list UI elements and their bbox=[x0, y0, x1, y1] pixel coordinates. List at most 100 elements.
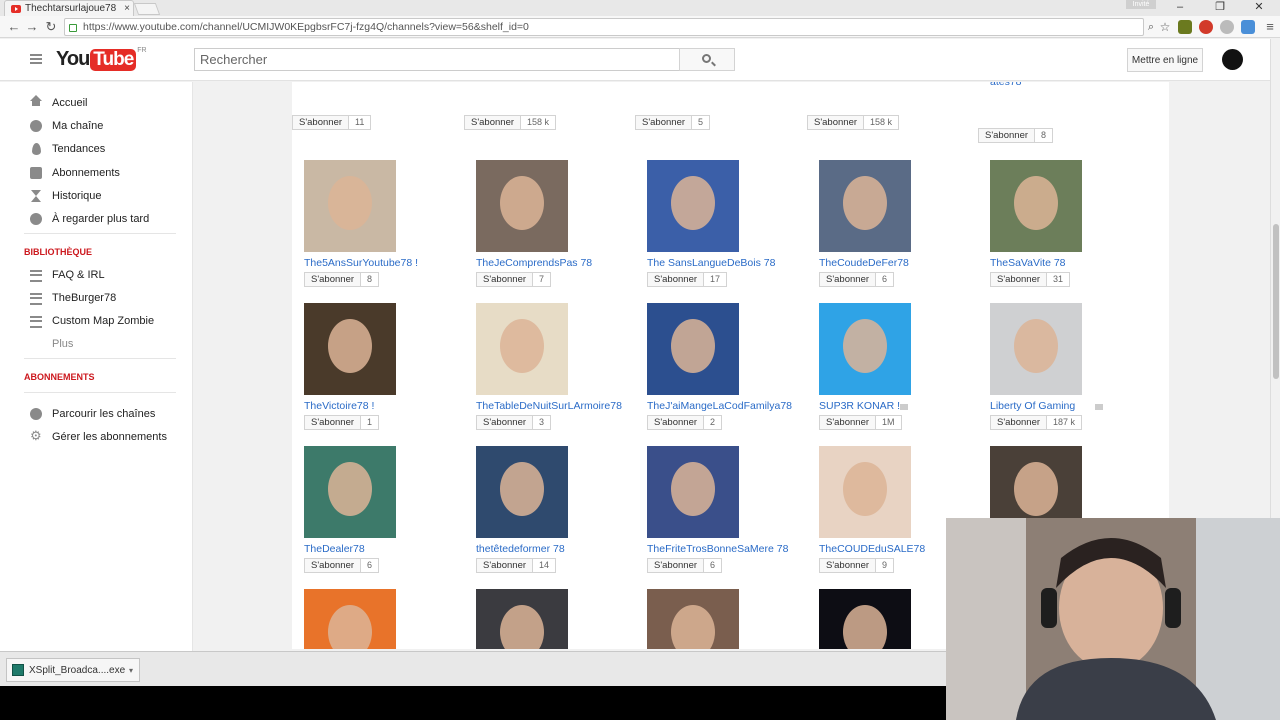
subscribe-button[interactable]: S'abonner bbox=[647, 272, 705, 287]
guide-item-plus[interactable]: Plus bbox=[0, 333, 193, 355]
bookmark-star-icon[interactable]: ☆ bbox=[1157, 19, 1173, 35]
search-input[interactable] bbox=[194, 48, 680, 71]
subscribe-control: S'abonner 31 bbox=[990, 272, 1071, 287]
channel-title[interactable]: TheCOUDEduSALE78 bbox=[819, 543, 925, 555]
guide-item-custom-map-zombie[interactable]: Custom Map Zombie bbox=[0, 310, 193, 332]
channel-title[interactable]: thetêtedeformer 78 bbox=[476, 543, 565, 555]
channel-thumbnail[interactable] bbox=[304, 160, 396, 252]
channel-thumbnail[interactable] bbox=[990, 303, 1082, 395]
iq-extension-icon[interactable] bbox=[1241, 20, 1255, 34]
channel-thumbnail[interactable] bbox=[819, 446, 911, 538]
subscribe-button[interactable]: S'abonner bbox=[476, 558, 534, 573]
forward-arrow-icon[interactable]: → bbox=[24, 19, 40, 35]
channel-thumbnail[interactable] bbox=[647, 303, 739, 395]
channel-thumbnail[interactable] bbox=[819, 589, 911, 649]
channel-thumbnail[interactable] bbox=[304, 303, 396, 395]
channel-thumbnail[interactable] bbox=[819, 160, 911, 252]
adblock-icon[interactable] bbox=[1199, 20, 1213, 34]
back-arrow-icon[interactable]: ← bbox=[6, 19, 22, 35]
guide-item-historique[interactable]: Historique bbox=[0, 185, 193, 207]
download-menu-arrow-icon[interactable]: ▾ bbox=[129, 666, 139, 675]
subscribe-button[interactable]: S'abonner bbox=[978, 128, 1036, 143]
guide-item-label: Gérer les abonnements bbox=[52, 431, 167, 443]
subscribe-button[interactable]: S'abonner bbox=[304, 272, 362, 287]
channel-thumbnail[interactable] bbox=[476, 589, 568, 649]
subscriptions-heading[interactable]: ABONNEMENTS bbox=[24, 372, 95, 382]
guide-item-parcourir[interactable]: Parcourir les chaînes bbox=[0, 403, 193, 425]
channel-title[interactable]: Liberty Of Gaming bbox=[990, 400, 1075, 412]
channel-title[interactable]: TheSaVaVite 78 bbox=[990, 257, 1066, 269]
guide-menu-icon[interactable] bbox=[30, 54, 42, 64]
profile-badge[interactable]: Invité bbox=[1126, 0, 1156, 9]
channel-title[interactable]: The SansLangueDeBois 78 bbox=[647, 257, 775, 269]
channel-title[interactable]: The5AnsSurYoutube78 ! bbox=[304, 257, 418, 269]
guide-item-faq[interactable]: FAQ & IRL bbox=[0, 264, 193, 286]
upload-button[interactable]: Mettre en ligne bbox=[1127, 48, 1203, 72]
channel-thumbnail[interactable] bbox=[304, 446, 396, 538]
tab-close-icon[interactable]: × bbox=[121, 3, 133, 14]
subscriber-count: 6 bbox=[876, 272, 895, 287]
subscribe-button[interactable]: S'abonner bbox=[647, 415, 705, 430]
subscribe-button[interactable]: S'abonner bbox=[304, 558, 362, 573]
subscribe-button[interactable]: S'abonner bbox=[635, 115, 693, 130]
subscriber-count: 6 bbox=[361, 558, 380, 573]
subscribe-button[interactable]: S'abonner bbox=[819, 415, 877, 430]
search-button[interactable] bbox=[679, 48, 735, 71]
address-bar[interactable]: https://www.youtube.com/channel/UCMIJW0K… bbox=[64, 18, 1144, 36]
channel-title[interactable]: TheJ'aiMangeLaCodFamilya78 bbox=[647, 400, 792, 412]
channel-thumbnail[interactable] bbox=[647, 160, 739, 252]
extension-icon[interactable] bbox=[1178, 20, 1192, 34]
minimize-button[interactable]: – bbox=[1166, 0, 1194, 16]
menu-icon[interactable]: ≡ bbox=[1262, 19, 1278, 35]
subscribe-button[interactable]: S'abonner bbox=[464, 115, 522, 130]
close-window-button[interactable]: ✕ bbox=[1245, 0, 1273, 16]
browser-toolbar: ← → ↻ https://www.youtube.com/channel/UC… bbox=[0, 16, 1280, 38]
thumbnail-figure bbox=[843, 319, 887, 373]
channel-thumbnail[interactable] bbox=[647, 446, 739, 538]
subscribe-button[interactable]: S'abonner bbox=[304, 415, 362, 430]
subscribe-button[interactable]: S'abonner bbox=[819, 272, 877, 287]
channel-title[interactable]: TheTableDeNuitSurLArmoire78 bbox=[476, 400, 622, 412]
guide-item-tendances[interactable]: Tendances bbox=[0, 138, 193, 160]
new-tab-button[interactable] bbox=[133, 3, 161, 15]
channel-title[interactable]: TheFriteTrosBonneSaMere 78 bbox=[647, 543, 788, 555]
guide-item-theburger78[interactable]: TheBurger78 bbox=[0, 287, 193, 309]
browser-tab[interactable]: Thechtarsurlajoue78 × bbox=[4, 0, 134, 16]
channel-thumbnail[interactable] bbox=[647, 589, 739, 649]
guide-item-regarder-plus-tard[interactable]: À regarder plus tard bbox=[0, 208, 193, 230]
subscribe-button[interactable]: S'abonner bbox=[990, 415, 1048, 430]
channel-thumbnail[interactable] bbox=[476, 446, 568, 538]
channel-title[interactable]: TheCoudeDeFer78 bbox=[819, 257, 909, 269]
subscribe-button[interactable]: S'abonner bbox=[476, 415, 534, 430]
guide-item-abonnements[interactable]: Abonnements bbox=[0, 162, 193, 184]
channel-title[interactable]: TheDealer78 bbox=[304, 543, 365, 555]
guide-item-accueil[interactable]: Accueil bbox=[0, 92, 193, 114]
guide-item-gerer[interactable]: ⚙ Gérer les abonnements bbox=[0, 426, 193, 448]
channel-thumbnail[interactable] bbox=[476, 160, 568, 252]
channel-thumbnail[interactable] bbox=[990, 160, 1082, 252]
channel-title[interactable]: TheVictoire78 ! bbox=[304, 400, 374, 412]
download-item[interactable]: XSplit_Broadca....exe ▾ bbox=[6, 658, 140, 682]
channel-thumbnail[interactable] bbox=[304, 589, 396, 649]
extension-gray-icon[interactable] bbox=[1220, 20, 1234, 34]
subscribe-button[interactable]: S'abonner bbox=[990, 272, 1048, 287]
avatar[interactable] bbox=[1222, 49, 1243, 70]
youtube-logo[interactable]: You Tube FR bbox=[56, 47, 147, 71]
subscribe-button[interactable]: S'abonner bbox=[292, 115, 350, 130]
channel-title[interactable]: ates78 bbox=[990, 82, 1022, 88]
subscribe-button[interactable]: S'abonner bbox=[807, 115, 865, 130]
channel-title[interactable]: SUP3R KONAR ! bbox=[819, 400, 900, 412]
channel-thumbnail[interactable] bbox=[476, 303, 568, 395]
reload-icon[interactable]: ↻ bbox=[43, 19, 59, 35]
scrollbar-thumb[interactable] bbox=[1273, 224, 1279, 379]
subscribe-button[interactable]: S'abonner bbox=[647, 558, 705, 573]
subscribe-button[interactable]: S'abonner bbox=[819, 558, 877, 573]
guide-item-ma-chaine[interactable]: Ma chaîne bbox=[0, 115, 193, 137]
restore-button[interactable]: ❐ bbox=[1206, 0, 1234, 16]
subscriber-count: 9 bbox=[876, 558, 895, 573]
thumbnail-figure bbox=[500, 319, 544, 373]
channel-title[interactable]: TheJeComprendsPas 78 bbox=[476, 257, 592, 269]
channel-thumbnail[interactable] bbox=[819, 303, 911, 395]
subscribe-button[interactable]: S'abonner bbox=[476, 272, 534, 287]
library-heading[interactable]: BIBLIOTHÈQUE bbox=[24, 247, 92, 257]
